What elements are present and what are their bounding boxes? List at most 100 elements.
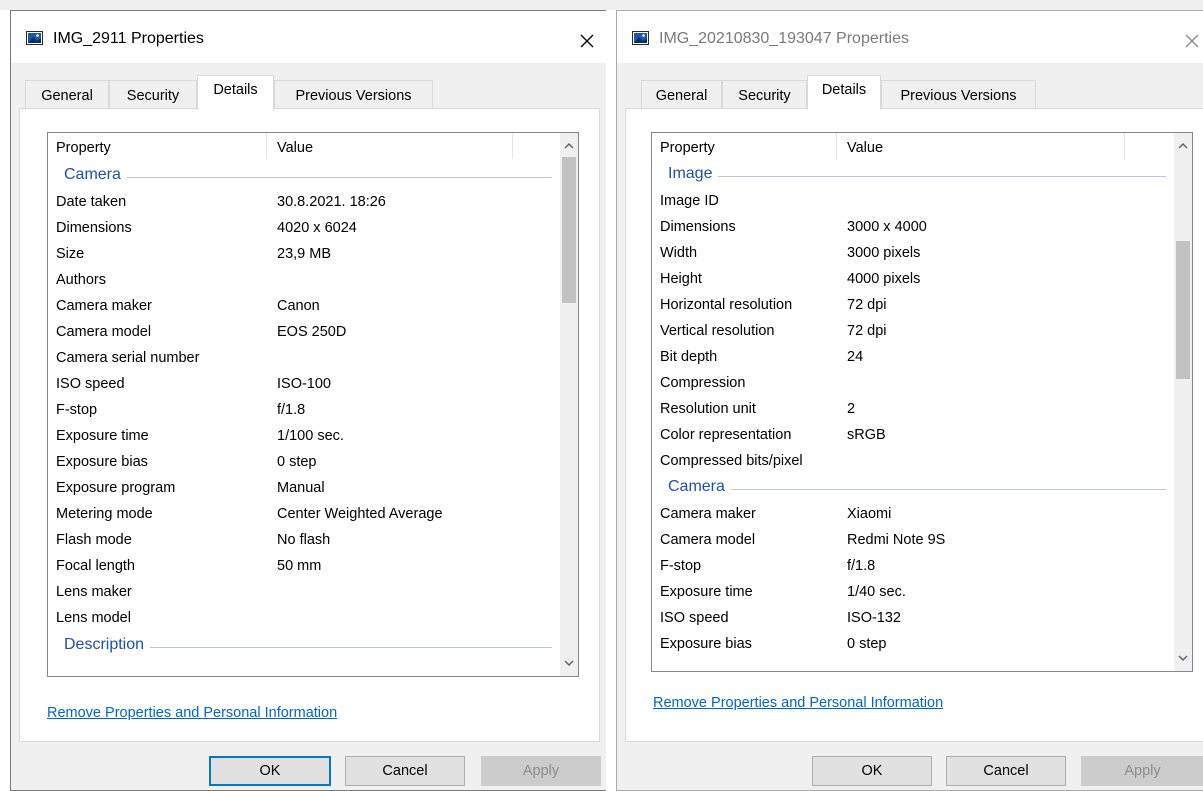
property-name: Lens model: [56, 610, 131, 626]
image-file-icon: [632, 31, 649, 45]
scroll-down-button[interactable]: [1174, 649, 1192, 667]
column-header-value[interactable]: Value: [847, 140, 883, 156]
vertical-scrollbar[interactable]: [1174, 133, 1192, 671]
property-name: Dimensions: [56, 220, 132, 236]
apply-button[interactable]: Apply: [1081, 756, 1203, 786]
group-header-description: Description: [48, 633, 558, 659]
property-list[interactable]: Property Value Image Image ID Dimensions…: [651, 132, 1193, 672]
tab-details[interactable]: Details: [197, 75, 274, 110]
table-row[interactable]: Exposure bias 0 step: [48, 449, 558, 475]
apply-button[interactable]: Apply: [481, 756, 601, 786]
table-row[interactable]: Exposure time 1/100 sec.: [48, 423, 558, 449]
property-name: Bit depth: [660, 349, 718, 365]
property-value: ISO-132: [847, 610, 901, 626]
column-header-property[interactable]: Property: [660, 140, 715, 156]
title-bar[interactable]: IMG_2911 Properties: [11, 11, 610, 63]
table-row[interactable]: ISO speed ISO-100: [48, 371, 558, 397]
table-row[interactable]: Size 23,9 MB: [48, 241, 558, 267]
property-name: Compressed bits/pixel: [660, 453, 803, 469]
close-button[interactable]: [564, 21, 610, 61]
table-row[interactable]: Exposure time 1/40 sec.: [652, 579, 1172, 605]
property-value: f/1.8: [277, 402, 306, 418]
table-row[interactable]: Lens maker: [48, 579, 558, 605]
property-name: Camera maker: [660, 506, 756, 522]
property-value: Xiaomi: [847, 506, 892, 522]
table-row[interactable]: Focal length 50 mm: [48, 553, 558, 579]
table-row[interactable]: ISO speed ISO-132: [652, 605, 1172, 631]
tab-security[interactable]: Security: [109, 80, 197, 109]
ok-button[interactable]: OK: [209, 756, 331, 786]
window-gap: [606, 10, 616, 791]
table-row[interactable]: Date taken 30.8.2021. 18:26: [48, 189, 558, 215]
ok-button[interactable]: OK: [812, 756, 932, 786]
column-divider[interactable]: [512, 133, 513, 159]
table-row[interactable]: Resolution unit 2: [652, 396, 1172, 422]
column-divider[interactable]: [836, 133, 837, 159]
column-divider[interactable]: [1124, 133, 1125, 159]
property-value: 1/100 sec.: [277, 428, 344, 444]
column-header-value[interactable]: Value: [277, 140, 313, 156]
table-row[interactable]: Camera serial number: [48, 345, 558, 371]
table-row[interactable]: Color representation sRGB: [652, 422, 1172, 448]
scroll-thumb[interactable]: [1176, 241, 1190, 379]
table-row[interactable]: Camera maker Canon: [48, 293, 558, 319]
property-name: Camera model: [660, 532, 756, 548]
property-value: 4020 x 6024: [277, 220, 357, 236]
table-row[interactable]: Width 3000 pixels: [652, 240, 1172, 266]
table-row[interactable]: Camera maker Xiaomi: [652, 501, 1172, 527]
table-row[interactable]: Compression: [652, 370, 1172, 396]
table-row[interactable]: Metering mode Center Weighted Average: [48, 501, 558, 527]
column-header-property[interactable]: Property: [56, 140, 111, 156]
scroll-up-button[interactable]: [1174, 137, 1192, 155]
property-name: Metering mode: [56, 506, 153, 522]
table-row[interactable]: Lens model: [48, 605, 558, 631]
table-row[interactable]: Exposure bias 0 step: [652, 631, 1172, 657]
tab-general[interactable]: General: [25, 80, 109, 109]
property-value: 72 dpi: [847, 323, 887, 339]
remove-properties-link[interactable]: Remove Properties and Personal Informati…: [47, 705, 337, 721]
property-name: Exposure program: [56, 480, 176, 496]
table-row[interactable]: Vertical resolution 72 dpi: [652, 318, 1172, 344]
tab-general[interactable]: General: [641, 80, 722, 109]
scroll-thumb[interactable]: [562, 157, 576, 303]
table-row[interactable]: Bit depth 24: [652, 344, 1172, 370]
vertical-scrollbar[interactable]: [560, 133, 578, 676]
remove-properties-link[interactable]: Remove Properties and Personal Informati…: [653, 695, 943, 711]
table-row[interactable]: Exposure program Manual: [48, 475, 558, 501]
close-button[interactable]: [1169, 21, 1203, 61]
tab-security[interactable]: Security: [722, 80, 807, 109]
table-row[interactable]: Dimensions 4020 x 6024: [48, 215, 558, 241]
table-row[interactable]: Dimensions 3000 x 4000: [652, 214, 1172, 240]
tab-previous-versions[interactable]: Previous Versions: [881, 80, 1036, 109]
property-value: 1/40 sec.: [847, 584, 906, 600]
cancel-button[interactable]: Cancel: [345, 756, 465, 786]
table-row[interactable]: Height 4000 pixels: [652, 266, 1172, 292]
scroll-down-button[interactable]: [560, 654, 578, 672]
chevron-down-icon: [564, 660, 574, 666]
tab-strip: General Security Details Previous Versio…: [631, 75, 1203, 110]
group-header-image: Image: [652, 162, 1172, 188]
table-row[interactable]: Compressed bits/pixel: [652, 448, 1172, 474]
column-divider[interactable]: [266, 133, 267, 159]
property-name: Color representation: [660, 427, 792, 443]
table-row[interactable]: Image ID: [652, 188, 1172, 214]
property-name: Camera model: [56, 324, 152, 340]
table-row[interactable]: Camera model EOS 250D: [48, 319, 558, 345]
property-value: 24: [847, 349, 864, 365]
tab-details[interactable]: Details: [807, 75, 881, 110]
tab-previous-versions[interactable]: Previous Versions: [274, 80, 433, 109]
property-name: Flash mode: [56, 532, 132, 548]
table-row[interactable]: Horizontal resolution 72 dpi: [652, 292, 1172, 318]
property-list[interactable]: Property Value Camera Date taken 30.8.202…: [47, 132, 579, 677]
property-value: f/1.8: [847, 558, 876, 574]
scroll-up-button[interactable]: [560, 137, 578, 155]
table-row[interactable]: Flash mode No flash: [48, 527, 558, 553]
property-value: 2: [847, 401, 856, 417]
cancel-button[interactable]: Cancel: [946, 756, 1066, 786]
table-row[interactable]: Camera model Redmi Note 9S: [652, 527, 1172, 553]
table-row[interactable]: F-stop f/1.8: [48, 397, 558, 423]
close-icon: [1185, 34, 1199, 48]
title-bar[interactable]: IMG_20210830_193047 Properties: [617, 11, 1203, 63]
table-row[interactable]: F-stop f/1.8: [652, 553, 1172, 579]
table-row[interactable]: Authors: [48, 267, 558, 293]
